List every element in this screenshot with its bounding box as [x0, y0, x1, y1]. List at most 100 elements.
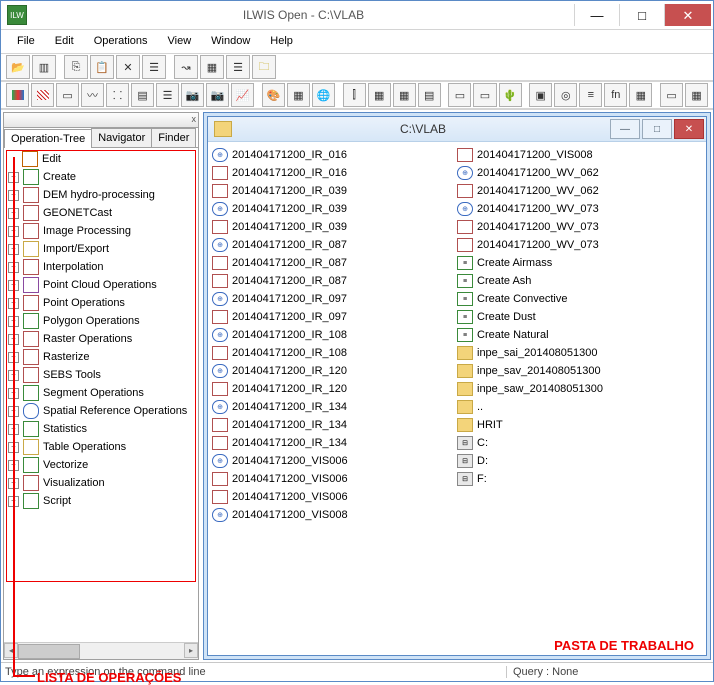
file-item[interactable]: inpe_sav_201408051300 — [457, 362, 702, 380]
segmentmap-icon[interactable]: 〰 — [81, 83, 104, 107]
file-item[interactable]: inpe_sai_201408051300 — [457, 344, 702, 362]
tree-item-interp[interactable]: +Interpolation — [6, 258, 196, 276]
menu-operations[interactable]: Operations — [84, 33, 158, 49]
stretch-icon[interactable]: ▤ — [418, 83, 441, 107]
layer2-icon[interactable]: ▭ — [473, 83, 496, 107]
file-item[interactable]: ⊕201404171200_IR_108 — [212, 326, 457, 344]
tree-item-imgproc[interactable]: +Image Processing — [6, 222, 196, 240]
window-icon[interactable]: ▭ — [660, 83, 683, 107]
delete-icon[interactable]: ✕ — [116, 55, 140, 79]
open-icon[interactable]: 📂 — [6, 55, 30, 79]
tree-item-segops[interactable]: +Segment Operations — [6, 384, 196, 402]
file-item[interactable]: ≡Create Dust — [457, 308, 702, 326]
file-item[interactable]: ≡Create Airmass — [457, 254, 702, 272]
tree-item-ptcloud[interactable]: +Point Cloud Operations — [6, 276, 196, 294]
rasterlist-icon[interactable] — [6, 83, 29, 107]
file-item[interactable]: ⊕201404171200_IR_120 — [212, 362, 457, 380]
file-item[interactable]: ⊟F: — [457, 470, 702, 488]
tree-item-sebs[interactable]: +SEBS Tools — [6, 366, 196, 384]
file-item[interactable]: 201404171200_WV_073 — [457, 218, 702, 236]
catalog-titlebar[interactable]: C:\VLAB — □ ✕ — [208, 117, 706, 142]
file-item[interactable]: 201404171200_IR_108 — [212, 344, 457, 362]
file-item[interactable]: 201404171200_IR_039 — [212, 182, 457, 200]
maximize-button[interactable]: □ — [619, 4, 664, 26]
layer1-icon[interactable]: ▭ — [448, 83, 471, 107]
file-item[interactable]: 201404171200_VIS006 — [212, 488, 457, 506]
overlay-icon[interactable]: ▦ — [629, 83, 652, 107]
file-item[interactable]: ≡Create Ash — [457, 272, 702, 290]
file-item[interactable]: ⊕201404171200_IR_039 — [212, 200, 457, 218]
file-item[interactable]: ⊟C: — [457, 434, 702, 452]
list-icon[interactable]: ☰ — [226, 55, 250, 79]
file-item[interactable]: .. — [457, 398, 702, 416]
chart-icon[interactable]: ▦ — [685, 83, 708, 107]
tree-item-geonet[interactable]: +GEONETCast — [6, 204, 196, 222]
file-item[interactable]: ⊕201404171200_WV_073 — [457, 200, 702, 218]
file-item[interactable]: 201404171200_IR_039 — [212, 218, 457, 236]
catalog-close-button[interactable]: ✕ — [674, 119, 704, 139]
file-item[interactable]: ⊕201404171200_IR_097 — [212, 290, 457, 308]
tree-item-srs[interactable]: +Spatial Reference Operations — [6, 402, 196, 420]
file-item[interactable]: ≡Create Natural — [457, 326, 702, 344]
tree-item-create[interactable]: +Create — [6, 168, 196, 186]
graph-icon[interactable]: 📈 — [231, 83, 254, 107]
rastermap-icon[interactable] — [31, 83, 54, 107]
file-item[interactable]: 201404171200_IR_134 — [212, 416, 457, 434]
tree-item-viz[interactable]: +Visualization — [6, 474, 196, 492]
palette-icon[interactable]: 🎨 — [262, 83, 285, 107]
file-item[interactable]: ⊟D: — [457, 452, 702, 470]
properties-icon[interactable]: ☰ — [142, 55, 166, 79]
tab-finder[interactable]: Finder — [151, 128, 196, 147]
operation-tree[interactable]: Edit+Create+DEM hydro-processing+GEONETC… — [4, 148, 198, 642]
classify-icon[interactable]: ▦ — [393, 83, 416, 107]
fn-icon[interactable]: fn — [604, 83, 627, 107]
panel-header[interactable]: x — [4, 113, 198, 128]
histogram-icon[interactable]: ⫿ — [343, 83, 366, 107]
file-item[interactable]: 201404171200_IR_097 — [212, 308, 457, 326]
catalog-minimize-button[interactable]: — — [610, 119, 640, 139]
menu-window[interactable]: Window — [201, 33, 260, 49]
file-item[interactable]: 201404171200_IR_120 — [212, 380, 457, 398]
scroll-right-icon[interactable]: ▸ — [184, 643, 198, 658]
layers-icon[interactable]: ▥ — [32, 55, 56, 79]
menu-view[interactable]: View — [158, 33, 202, 49]
file-item[interactable]: ⊕201404171200_IR_087 — [212, 236, 457, 254]
tree-item-rasterize[interactable]: +Rasterize — [6, 348, 196, 366]
tree-item-ptops[interactable]: +Point Operations — [6, 294, 196, 312]
file-item[interactable]: 201404171200_IR_016 — [212, 164, 457, 182]
script-icon[interactable]: ≡ — [579, 83, 602, 107]
panel-close-icon[interactable]: x — [192, 114, 197, 124]
file-item[interactable]: ≡Create Convective — [457, 290, 702, 308]
close-button[interactable]: ✕ — [664, 4, 711, 26]
folder-icon[interactable]: 🗀 — [252, 55, 276, 79]
target-icon[interactable]: ◎ — [554, 83, 577, 107]
globe-icon[interactable]: 🌐 — [312, 83, 335, 107]
tree-item-polyops[interactable]: +Polygon Operations — [6, 312, 196, 330]
tree-item-script[interactable]: +Script — [6, 492, 196, 510]
file-item[interactable]: 201404171200_IR_087 — [212, 254, 457, 272]
file-item[interactable]: inpe_saw_201408051300 — [457, 380, 702, 398]
file-item[interactable]: ⊕201404171200_VIS006 — [212, 452, 457, 470]
file-list[interactable]: ⊕201404171200_IR_016201404171200_IR_0162… — [208, 142, 706, 655]
dotgrid-icon[interactable]: ▦ — [287, 83, 310, 107]
file-item[interactable]: ⊕201404171200_IR_134 — [212, 398, 457, 416]
grid-icon[interactable]: ▦ — [200, 55, 224, 79]
tab-navigator[interactable]: Navigator — [91, 128, 152, 147]
file-item[interactable]: ⊕201404171200_WV_062 — [457, 164, 702, 182]
file-item[interactable]: HRIT — [457, 416, 702, 434]
file-item[interactable]: 201404171200_IR_134 — [212, 434, 457, 452]
tree-item-edit[interactable]: Edit — [6, 150, 196, 168]
file-item[interactable]: 201404171200_VIS006 — [212, 470, 457, 488]
file-item[interactable]: ⊕201404171200_VIS008 — [212, 506, 457, 524]
menu-edit[interactable]: Edit — [45, 33, 84, 49]
polygonmap-icon[interactable]: ▭ — [56, 83, 79, 107]
cactus-icon[interactable]: 🌵 — [499, 83, 522, 107]
paste-icon[interactable]: 📋 — [90, 55, 114, 79]
tree-hscrollbar[interactable]: ◂ ▸ — [4, 642, 198, 659]
file-item[interactable]: ⊕201404171200_IR_016 — [212, 146, 457, 164]
file-item[interactable]: 201404171200_IR_087 — [212, 272, 457, 290]
minimize-button[interactable]: — — [574, 4, 619, 26]
tree-item-rastops[interactable]: +Raster Operations — [6, 330, 196, 348]
menu-help[interactable]: Help — [260, 33, 303, 49]
mosaic-icon[interactable]: ▦ — [368, 83, 391, 107]
